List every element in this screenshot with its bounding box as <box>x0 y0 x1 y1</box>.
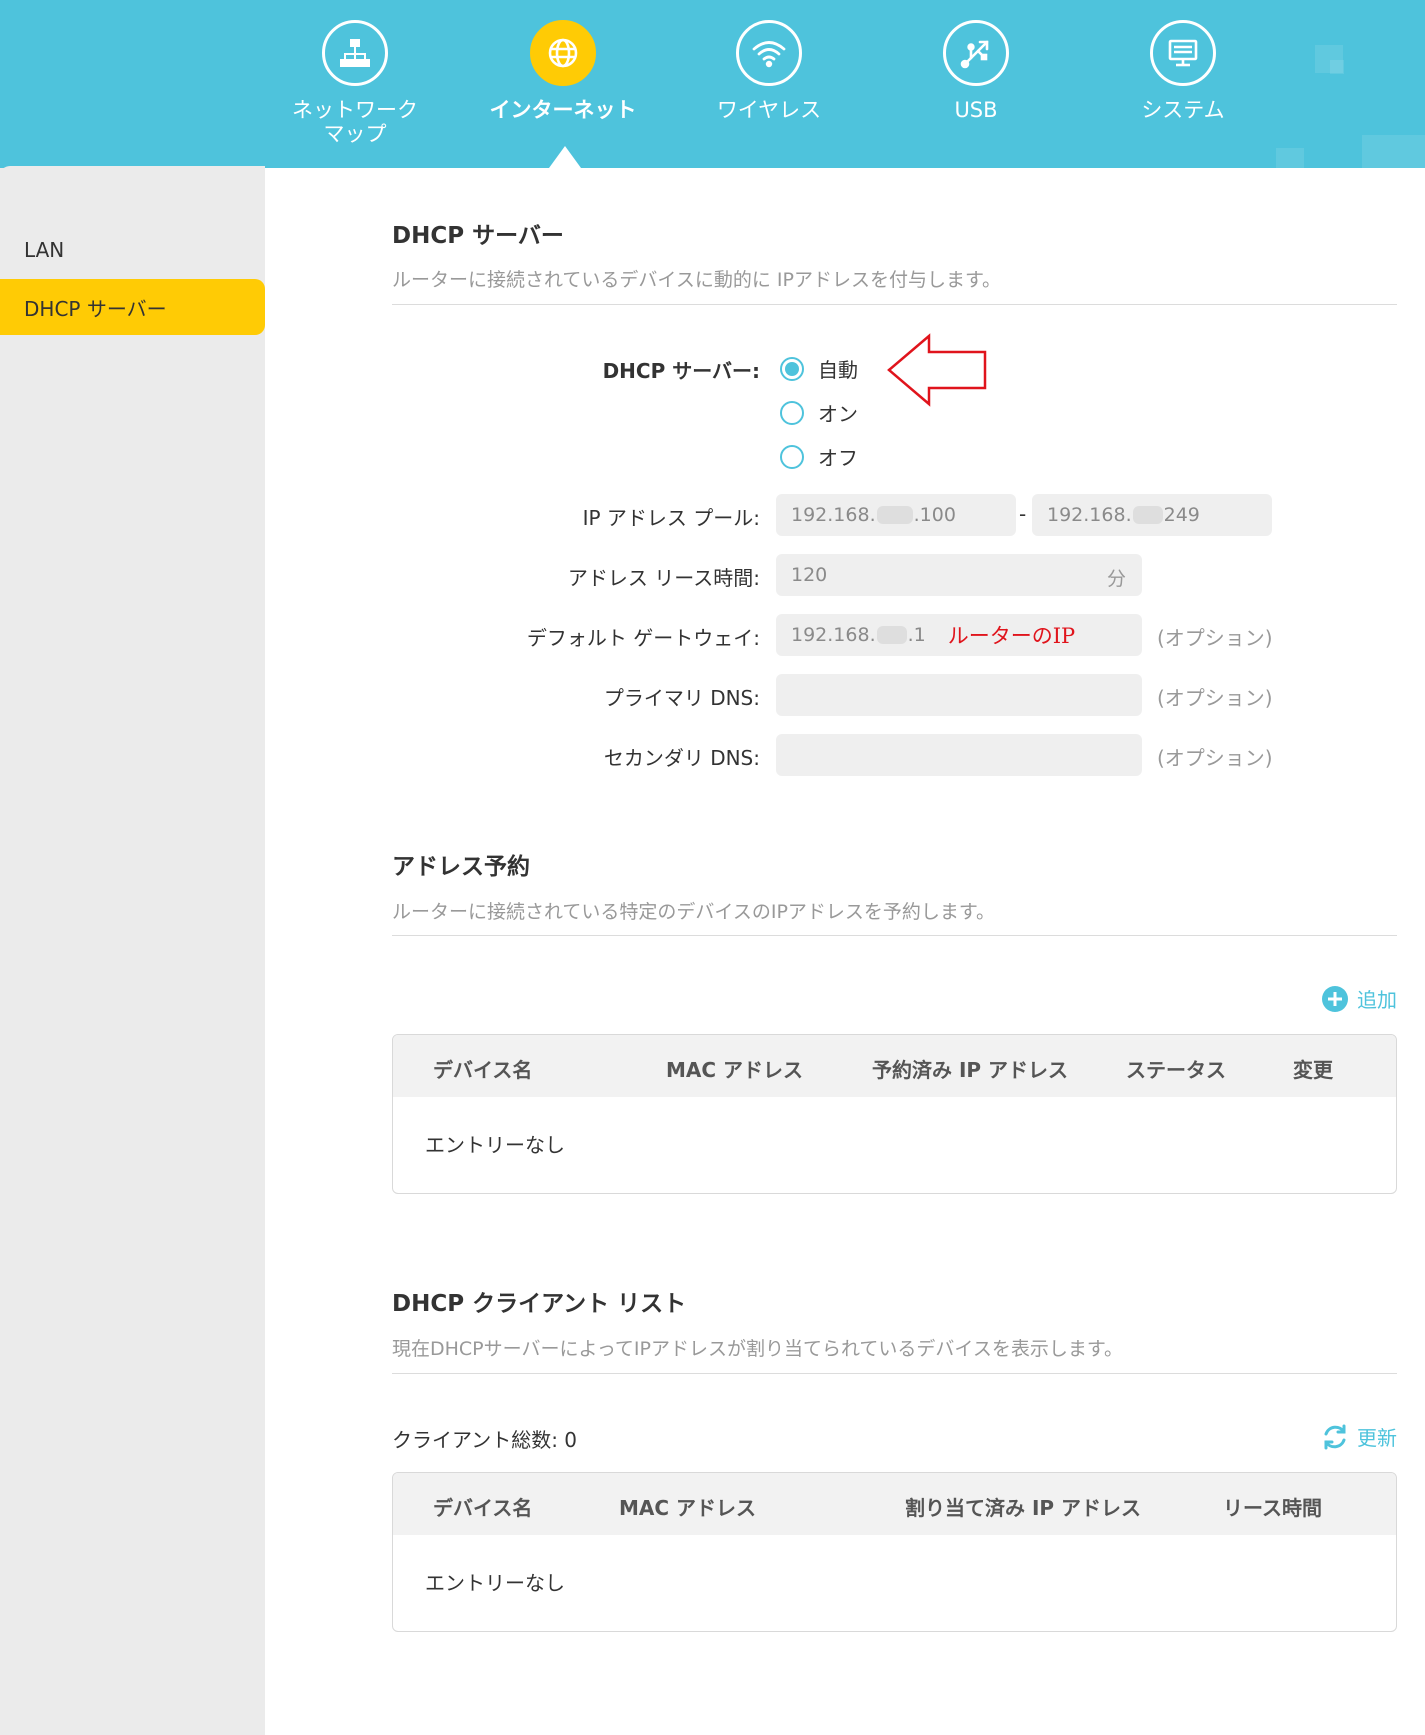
redacted-octet <box>1132 506 1163 524</box>
nav-item-usb[interactable]: USB <box>886 20 1066 122</box>
optional-hint: (オプション) <box>1157 746 1273 770</box>
refresh-icon <box>1321 1423 1349 1451</box>
ip-pool-end-input[interactable]: 192.168. 249 <box>1032 494 1272 536</box>
radio-off[interactable]: オフ <box>780 442 858 471</box>
divider <box>392 304 1397 305</box>
ip-suffix: .100 <box>913 504 956 526</box>
lease-time-input[interactable]: 120 分 <box>776 554 1142 596</box>
nav-item-system[interactable]: システム <box>1093 20 1273 122</box>
reservation-section-title: アドレス予約 <box>392 854 530 880</box>
globe-icon <box>530 20 596 86</box>
usb-icon <box>943 20 1009 86</box>
dhcp-mode-label: DHCP サーバー: <box>602 359 760 383</box>
column-header: 予約済み IP アドレス <box>872 1058 1069 1082</box>
sidebar-item-dhcp-server[interactable]: DHCP サーバー <box>0 279 265 335</box>
radio-on[interactable]: オン <box>780 398 858 427</box>
dhcp-section-title: DHCP サーバー <box>392 223 564 249</box>
nav-label: ネットワーク マップ <box>292 98 418 146</box>
secondary-dns-input[interactable] <box>776 734 1142 776</box>
top-nav: ネットワーク マップ インターネット ワイヤレス USB システム <box>0 0 1425 168</box>
redacted-octet <box>876 626 907 644</box>
reservation-section-description: ルーターに接続されている特定のデバイスのIPアドレスを予約します。 <box>392 901 996 923</box>
column-header: MAC アドレス <box>619 1496 757 1520</box>
add-button[interactable]: 追加 <box>1321 984 1397 1013</box>
nav-item-network-map[interactable]: ネットワーク マップ <box>265 20 445 146</box>
decor-square <box>1362 135 1425 168</box>
nav-label: インターネット <box>489 98 637 122</box>
divider <box>392 1373 1397 1374</box>
ip-suffix: 249 <box>1163 504 1200 526</box>
system-icon <box>1150 20 1216 86</box>
radio-button[interactable] <box>780 444 804 469</box>
ip-pool-label: IP アドレス プール: <box>582 506 760 530</box>
nav-label: ワイヤレス <box>716 98 822 122</box>
primary-dns-label: プライマリ DNS: <box>603 686 760 710</box>
column-header: デバイス名 <box>433 1058 533 1082</box>
column-header: 割り当て済み IP アドレス <box>905 1496 1142 1520</box>
table-body: エントリーなし <box>393 1097 1396 1193</box>
radio-label: オフ <box>818 446 858 470</box>
empty-message: エントリーなし <box>425 1133 565 1157</box>
ip-prefix: 192.168. <box>791 504 876 526</box>
radio-button-checked[interactable] <box>780 356 804 381</box>
sidebar-item-label: LAN <box>24 238 65 262</box>
divider <box>392 935 1397 936</box>
client-list-section-title: DHCP クライアント リスト <box>392 1291 687 1317</box>
table-body: エントリーなし <box>393 1535 1396 1631</box>
client-list-section-description: 現在DHCPサーバーによってIPアドレスが割り当てられているデバイスを表示します… <box>392 1338 1123 1360</box>
ip-prefix: 192.168. <box>1047 504 1132 526</box>
column-header: ステータス <box>1126 1058 1226 1082</box>
lease-time-label: アドレス リース時間: <box>567 566 760 590</box>
column-header: MAC アドレス <box>666 1058 804 1082</box>
table-header: デバイス名 MAC アドレス 予約済み IP アドレス ステータス 変更 <box>393 1035 1396 1097</box>
secondary-dns-label: セカンダリ DNS: <box>603 746 760 770</box>
refresh-label: 更新 <box>1357 1426 1397 1450</box>
client-count: クライアント総数: 0 <box>392 1428 578 1452</box>
main-content: DHCP サーバー ルーターに接続されているデバイスに動的に IPアドレスを付与… <box>265 168 1425 1735</box>
optional-hint: (オプション) <box>1157 626 1273 650</box>
column-header: 変更 <box>1293 1058 1333 1082</box>
add-label: 追加 <box>1357 988 1397 1012</box>
wifi-icon <box>736 20 802 86</box>
nav-label: システム <box>1141 98 1225 122</box>
radio-button[interactable] <box>780 400 804 425</box>
dhcp-section-description: ルーターに接続されているデバイスに動的に IPアドレスを付与します。 <box>392 269 1002 291</box>
nav-label: USB <box>954 98 998 122</box>
primary-dns-input[interactable] <box>776 674 1142 716</box>
plus-circle-icon <box>1321 985 1349 1013</box>
sidebar-corner <box>0 166 265 214</box>
table-header: デバイス名 MAC アドレス 割り当て済み IP アドレス リース時間 <box>393 1473 1396 1535</box>
ip-suffix: .1 <box>907 624 926 646</box>
radio-label: オン <box>818 402 858 426</box>
range-dash: - <box>1019 502 1027 526</box>
default-gateway-label: デフォルト ゲートウェイ: <box>526 626 760 650</box>
column-header: リース時間 <box>1223 1496 1322 1520</box>
network-map-icon <box>322 20 388 86</box>
column-header: デバイス名 <box>433 1496 533 1520</box>
sidebar-item-lan[interactable]: LAN <box>0 222 265 278</box>
nav-item-wireless[interactable]: ワイヤレス <box>679 20 859 122</box>
decor-square <box>1276 148 1304 168</box>
radio-label: 自動 <box>818 358 858 382</box>
redacted-octet <box>876 506 913 524</box>
lease-unit: 分 <box>1106 568 1126 590</box>
ip-pool-start-input[interactable]: 192.168. .100 <box>776 494 1016 536</box>
refresh-button[interactable]: 更新 <box>1321 1422 1397 1451</box>
reservation-table: デバイス名 MAC アドレス 予約済み IP アドレス ステータス 変更 エント… <box>392 1034 1397 1194</box>
active-tab-pointer <box>549 146 581 168</box>
sidebar: LAN DHCP サーバー <box>0 166 265 1735</box>
default-gateway-input[interactable]: 192.168. .1 ルーターのIP <box>776 614 1142 656</box>
ip-prefix: 192.168. <box>791 624 876 646</box>
client-table: デバイス名 MAC アドレス 割り当て済み IP アドレス リース時間 エントリ… <box>392 1472 1397 1632</box>
nav-item-internet[interactable]: インターネット <box>473 20 653 122</box>
optional-hint: (オプション) <box>1157 686 1273 710</box>
lease-value: 120 <box>791 564 828 586</box>
empty-message: エントリーなし <box>425 1571 565 1595</box>
red-arrow-annotation <box>887 333 987 407</box>
decor-square <box>1330 60 1344 74</box>
radio-auto[interactable]: 自動 <box>780 354 858 383</box>
router-ip-annotation: ルーターのIP <box>947 624 1076 648</box>
sidebar-item-label: DHCP サーバー <box>24 296 167 321</box>
